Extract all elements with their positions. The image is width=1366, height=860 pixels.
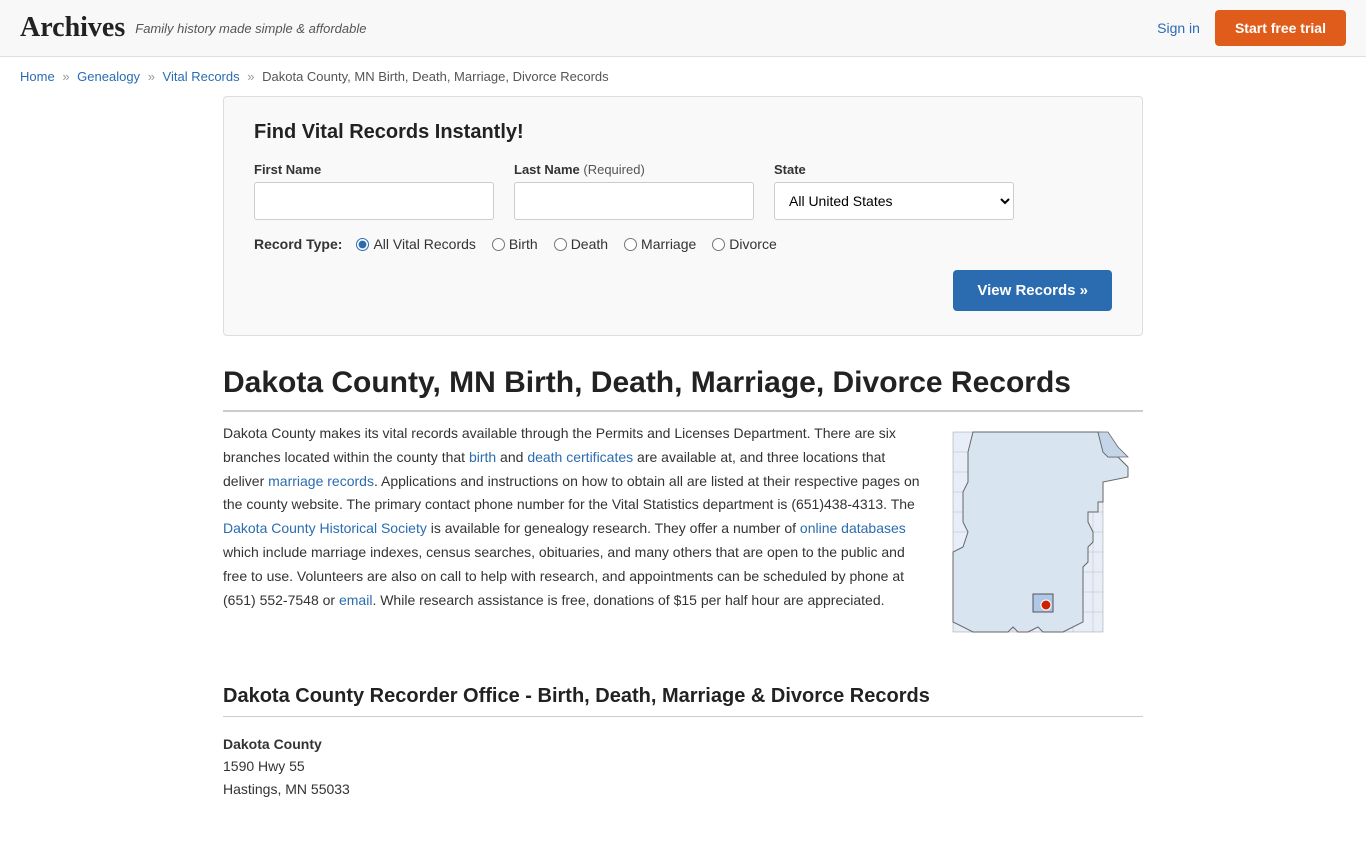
- sign-in-link[interactable]: Sign in: [1157, 20, 1200, 36]
- breadcrumb-home[interactable]: Home: [20, 69, 55, 84]
- org-name: Dakota County: [223, 733, 1143, 755]
- map-container: [943, 422, 1143, 655]
- content-with-map: Dakota County makes its vital records av…: [223, 422, 1143, 655]
- address-block: Dakota County 1590 Hwy 55 Hastings, MN 5…: [223, 733, 1143, 800]
- search-box: Find Vital Records Instantly! First Name…: [223, 96, 1143, 336]
- header-left: Archives Family history made simple & af…: [20, 12, 366, 44]
- radio-all[interactable]: [356, 238, 369, 251]
- form-actions: View Records »: [254, 270, 1112, 311]
- form-row-fields: First Name Last Name (Required) State Al…: [254, 162, 1112, 220]
- start-trial-button[interactable]: Start free trial: [1215, 10, 1346, 46]
- radio-marriage[interactable]: [624, 238, 637, 251]
- radio-label-death[interactable]: Death: [554, 236, 608, 252]
- page-title: Dakota County, MN Birth, Death, Marriage…: [223, 366, 1143, 412]
- radio-label-birth[interactable]: Birth: [492, 236, 538, 252]
- minnesota-map: [943, 422, 1143, 652]
- section-heading: Dakota County Recorder Office - Birth, D…: [223, 685, 1143, 717]
- state-group: State All United StatesAlabamaAlaskaAriz…: [774, 162, 1014, 220]
- last-name-required: (Required): [583, 162, 644, 177]
- breadcrumb-current: Dakota County, MN Birth, Death, Marriage…: [262, 69, 609, 84]
- record-type-label: Record Type:: [254, 236, 342, 252]
- breadcrumb-sep-3: »: [247, 69, 254, 84]
- radio-divorce[interactable]: [712, 238, 725, 251]
- state-label: State: [774, 162, 1014, 177]
- death-link[interactable]: death certificates: [527, 449, 633, 465]
- historical-society-link[interactable]: Dakota County Historical Society: [223, 520, 427, 536]
- last-name-input[interactable]: [514, 182, 754, 220]
- site-header: Archives Family history made simple & af…: [0, 0, 1366, 57]
- breadcrumb-sep-2: »: [148, 69, 155, 84]
- main-content: Find Vital Records Instantly! First Name…: [203, 96, 1163, 860]
- breadcrumb: Home » Genealogy » Vital Records » Dakot…: [0, 57, 1366, 96]
- birth-link[interactable]: birth: [469, 449, 496, 465]
- header-right: Sign in Start free trial: [1157, 10, 1346, 46]
- address-line1: 1590 Hwy 55: [223, 755, 1143, 777]
- radio-label-all[interactable]: All Vital Records: [356, 236, 475, 252]
- address-line2: Hastings, MN 55033: [223, 778, 1143, 800]
- article-text: Dakota County makes its vital records av…: [223, 422, 923, 655]
- breadcrumb-sep-1: »: [62, 69, 69, 84]
- radio-group: All Vital Records Birth Death Marriage D…: [356, 236, 776, 252]
- radio-death[interactable]: [554, 238, 567, 251]
- view-records-button[interactable]: View Records »: [953, 270, 1112, 311]
- radio-label-divorce[interactable]: Divorce: [712, 236, 776, 252]
- breadcrumb-genealogy[interactable]: Genealogy: [77, 69, 140, 84]
- marriage-link[interactable]: marriage records: [268, 473, 374, 489]
- first-name-group: First Name: [254, 162, 494, 220]
- state-select[interactable]: All United StatesAlabamaAlaskaArizonaArk…: [774, 182, 1014, 220]
- breadcrumb-vital-records[interactable]: Vital Records: [163, 69, 240, 84]
- last-name-label: Last Name (Required): [514, 162, 754, 177]
- site-tagline: Family history made simple & affordable: [135, 21, 366, 36]
- record-type-row: Record Type: All Vital Records Birth Dea…: [254, 236, 1112, 252]
- site-logo: Archives: [20, 12, 125, 44]
- first-name-label: First Name: [254, 162, 494, 177]
- radio-birth[interactable]: [492, 238, 505, 251]
- online-databases-link[interactable]: online databases: [800, 520, 906, 536]
- radio-label-marriage[interactable]: Marriage: [624, 236, 696, 252]
- search-title: Find Vital Records Instantly!: [254, 121, 1112, 144]
- email-link[interactable]: email: [339, 592, 372, 608]
- first-name-input[interactable]: [254, 182, 494, 220]
- last-name-group: Last Name (Required): [514, 162, 754, 220]
